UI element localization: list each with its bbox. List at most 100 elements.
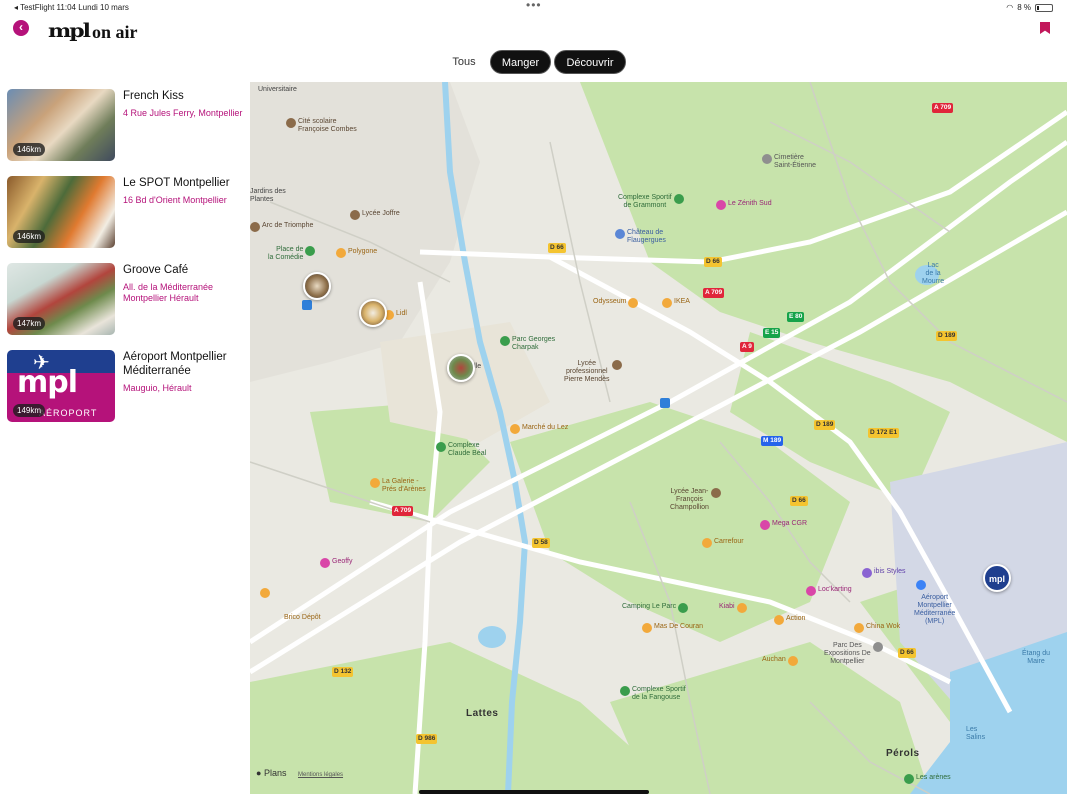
tab-all[interactable]: Tous: [446, 50, 482, 74]
place-address: 16 Bd d'Orient Montpellier: [123, 195, 227, 205]
place-thumbnail: 146km: [7, 89, 115, 161]
shopping-icon: [702, 538, 712, 548]
map-poi-parc-expo[interactable]: Parc Des Expositions De Montpellier: [824, 642, 883, 666]
distance-badge: 146km: [13, 230, 46, 243]
park-icon: [500, 336, 510, 346]
map-poi-cimetiere[interactable]: Cimetière Saint-Étienne: [762, 154, 816, 170]
map-view[interactable]: Universitaire Cité scolaire Françoise Co…: [250, 82, 1067, 794]
map-poi-lidl[interactable]: Lidl: [384, 310, 407, 320]
list-item-groove-cafe[interactable]: 147km Groove Café All. de la Méditerrané…: [7, 256, 247, 335]
map-label-etang: Étang du Maire: [1022, 650, 1051, 665]
school-icon: [611, 360, 622, 370]
shopping-icon: [662, 298, 672, 308]
map-poi-brico-icon[interactable]: [260, 588, 270, 598]
map-poi-arc[interactable]: Arc de Triomphe: [250, 222, 313, 232]
map-poi-loc-karting[interactable]: Loc'karting: [806, 586, 852, 596]
multitasking-dots[interactable]: •••: [526, 0, 542, 12]
map-poi-ibis[interactable]: ibis Styles: [862, 568, 906, 578]
school-icon: [710, 488, 721, 498]
hotel-icon: [862, 568, 872, 578]
list-item-aeroport[interactable]: ✈ mpl AÉROPORT 149km Aéroport Montpellie…: [7, 343, 247, 422]
map-poi-mas[interactable]: Mas De Couran: [642, 623, 703, 633]
distance-badge: 149km: [13, 404, 46, 417]
place-name: Groove Café: [123, 264, 189, 276]
map-poi-complexe-fangouse[interactable]: Complexe Sportif de la Fangouse: [620, 686, 686, 702]
map-poi-complexe-beal[interactable]: Complexe Claude Béal: [436, 442, 486, 458]
map-poi-marche-lez[interactable]: Marché du Lez: [510, 424, 568, 434]
road-shield-m189: M 189: [761, 436, 784, 446]
map-poi-lycee-joffre[interactable]: Lycée Joffre: [350, 210, 400, 220]
road-shield-a709: A 709: [932, 103, 954, 113]
place-thumbnail: 147km: [7, 263, 115, 335]
tab-discover[interactable]: Découvrir: [554, 50, 626, 74]
map-poi-geoffy[interactable]: Geoffy: [320, 558, 353, 568]
status-right: ◠ 8 %: [1006, 3, 1053, 12]
town-lattes: Lattes: [466, 708, 499, 719]
map-poi-mega-cgr[interactable]: Mega CGR: [760, 520, 807, 530]
road-shield-d189: D 189: [814, 420, 836, 430]
cemetery-icon: [762, 154, 772, 164]
park-icon: [305, 246, 316, 256]
shopping-icon: [628, 298, 639, 308]
map-poi-chateau[interactable]: Château de Flaugergues: [615, 229, 666, 245]
map-poi-camping[interactable]: Camping Le Parc: [622, 603, 689, 613]
list-item-le-spot[interactable]: 146km Le SPOT Montpellier 16 Bd d'Orient…: [7, 169, 247, 248]
maps-attribution: ● Plans: [256, 768, 287, 778]
bookmark-icon[interactable]: [1040, 22, 1050, 34]
map-poi-odysseum[interactable]: Odysseum: [593, 298, 639, 308]
map-poi-polygone[interactable]: Polygone: [336, 248, 377, 258]
map-poi-auchan[interactable]: Auchan: [762, 656, 798, 666]
place-name: French Kiss: [123, 90, 184, 102]
map-poi-champollion[interactable]: Lycée Jean- François Champollion: [670, 488, 721, 512]
distance-badge: 146km: [13, 143, 46, 156]
map-poi-parc-charpak[interactable]: Parc Georges Charpak: [500, 336, 555, 352]
thumb-logo-text: mpl: [17, 365, 78, 400]
expo-icon: [872, 642, 883, 652]
map-label-brico: Brico Dépôt: [284, 614, 321, 621]
map-poi-aeroport[interactable]: [916, 580, 926, 590]
map-pin-groove-cafe[interactable]: [447, 354, 475, 382]
shopping-icon: [787, 656, 798, 666]
tram-icon[interactable]: [660, 398, 670, 408]
map-poi-zenith[interactable]: Le Zénith Sud: [716, 200, 772, 210]
map-poi-carrefour[interactable]: Carrefour: [702, 538, 744, 548]
battery-icon: [1035, 3, 1053, 12]
status-bar: ◂ TestFlight 11:04 Lundi 10 mars ••• ◠ 8…: [0, 0, 1067, 16]
school-icon: [286, 118, 296, 128]
map-poi-arenes[interactable]: Les arènes: [904, 774, 951, 784]
home-indicator[interactable]: [419, 790, 649, 794]
map-poi-china-wok[interactable]: China Wok: [854, 623, 900, 633]
status-left: ◂ TestFlight 11:04 Lundi 10 mars: [14, 3, 129, 12]
apple-icon: ●: [256, 768, 264, 778]
map-pin-le-spot[interactable]: [359, 299, 387, 327]
restaurant-icon: [642, 623, 652, 633]
place-address: All. de la Méditerranée Montpellier Héra…: [123, 282, 214, 303]
map-poi-action[interactable]: Action: [774, 615, 805, 625]
road-shield-d66: D 66: [548, 243, 566, 253]
map-poi-kiabi[interactable]: Kiabi: [719, 603, 747, 613]
legal-link[interactable]: Mentions légales: [298, 772, 343, 778]
map-poi-ikea[interactable]: IKEA: [662, 298, 690, 308]
tram-icon[interactable]: [302, 300, 312, 310]
map-label-jardins: Jardins des Plantes: [250, 188, 286, 203]
list-item-french-kiss[interactable]: 146km French Kiss 4 Rue Jules Ferry, Mon…: [7, 82, 247, 161]
map-pin-french-kiss[interactable]: [303, 272, 331, 300]
store-icon: [320, 558, 330, 568]
tab-eat[interactable]: Manger: [490, 50, 551, 74]
town-perols: Pérols: [886, 748, 920, 759]
place-address: Mauguio, Hérault: [123, 383, 192, 393]
map-poi-place[interactable]: Place de la Comédie: [268, 246, 316, 262]
place-name: Le SPOT Montpellier: [123, 177, 230, 189]
road-shield-a709: A 709: [703, 288, 725, 298]
map-pin-aeroport[interactable]: mpl: [983, 564, 1011, 592]
back-button[interactable]: ‹: [13, 20, 29, 36]
road-shield-d66: D 66: [704, 257, 722, 267]
map-label-salins: Les Salins: [966, 726, 986, 741]
map-poi-cite[interactable]: Cité scolaire Françoise Combes: [286, 118, 357, 134]
shopping-icon: [736, 603, 747, 613]
landmark-icon: [250, 222, 260, 232]
map-poi-complexe-grammont[interactable]: Complexe Sportif de Grammont: [618, 194, 684, 210]
map-poi-galerie[interactable]: La Galerie - Prés d'Arènes: [370, 478, 426, 494]
map-label-aeroport: Aéroport Montpellier Méditerranée (MPL): [914, 594, 956, 625]
map-poi-lycee-mendes[interactable]: Lycée professionnel Pierre Mendès: [564, 360, 622, 384]
